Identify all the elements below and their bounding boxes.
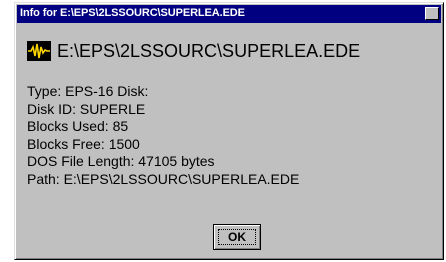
file-path-heading: E:\EPS\2LSSOURC\SUPERLEA.EDE — [57, 40, 361, 61]
path-text: Path: E:\EPS\2LSSOURC\SUPERLEA.EDE — [27, 170, 300, 187]
file-info-list: Type: EPS-16 Disk: Disk ID: SUPERLE Bloc… — [27, 83, 299, 188]
file-header: E:\EPS\2LSSOURC\SUPERLEA.EDE — [27, 39, 360, 63]
waveform-icon — [27, 41, 51, 61]
disk-id-text: Disk ID: SUPERLE — [27, 100, 146, 117]
ok-button[interactable]: OK — [213, 224, 261, 250]
title-bar[interactable]: Info for E:\EPS\2LSSOURC\SUPERLEA.EDE — [17, 5, 441, 23]
focus-rectangle — [218, 229, 256, 245]
window-title: Info for E:\EPS\2LSSOURC\SUPERLEA.EDE — [20, 7, 245, 19]
blocks-free-text: Blocks Free: 1500 — [27, 135, 140, 152]
dos-file-length-text: DOS File Length: 47105 bytes — [27, 153, 215, 169]
info-dialog: Info for E:\EPS\2LSSOURC\SUPERLEA.EDE E:… — [14, 2, 444, 260]
dialog-body: E:\EPS\2LSSOURC\SUPERLEA.EDE Type: EPS-1… — [23, 29, 437, 259]
close-button[interactable] — [425, 7, 439, 20]
type-text: Type: EPS-16 Disk: — [27, 83, 149, 99]
blocks-used-text: Blocks Used: 85 — [27, 118, 129, 134]
